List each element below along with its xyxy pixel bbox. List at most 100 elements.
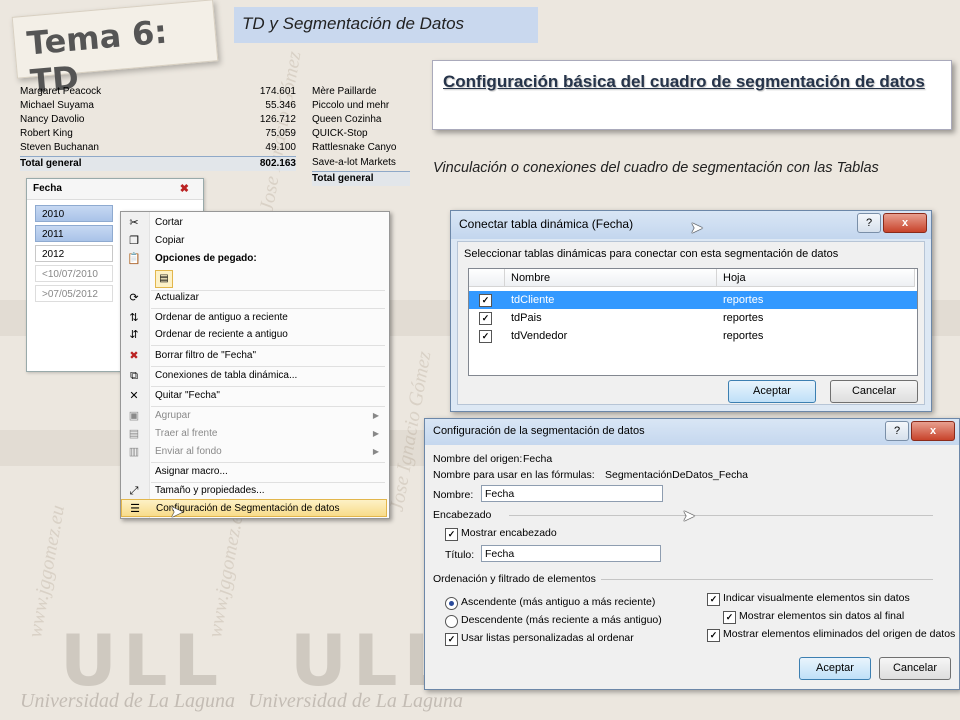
row-checkbox[interactable]: ✓ <box>479 330 492 343</box>
cell-name: Robert King <box>20 128 73 139</box>
table-row[interactable]: ✓ tdPais reportes <box>469 309 917 327</box>
dialog-prompt: Seleccionar tablas dinámicas para conect… <box>464 248 839 260</box>
menu-item-send-back[interactable]: ▥ Enviar al fondo ▶ <box>121 443 387 461</box>
menu-item-group[interactable]: ▣ Agrupar ▶ <box>121 407 387 425</box>
slicer-item[interactable]: <10/07/2010 <box>35 265 113 282</box>
heading-box: Configuración básica del cuadro de segme… <box>432 60 952 130</box>
source-value: Fecha <box>523 453 553 465</box>
row-sheet: reportes <box>723 294 764 306</box>
menu-label: Ordenar de antiguo a reciente <box>155 312 288 323</box>
close-button[interactable]: x <box>883 213 927 233</box>
menu-item-remove[interactable]: ✕ Quitar "Fecha" <box>121 387 387 405</box>
group-icon: ▣ <box>128 410 140 422</box>
table-cell[interactable]: Queen Cozinha <box>312 113 410 127</box>
table-row[interactable]: Nancy Davolio 126.712 <box>20 113 296 127</box>
visually-indicate-label: Indicar visualmente elementos sin datos <box>723 592 910 604</box>
cell-value: 802.163 <box>259 158 296 169</box>
slicer-item[interactable]: 2012 <box>35 245 113 262</box>
ok-button[interactable]: Aceptar <box>799 657 871 680</box>
table-row[interactable]: Michael Suyama 55.346 <box>20 99 296 113</box>
table-cell[interactable]: Piccolo und mehr <box>312 99 410 113</box>
description-text: Vinculación o conexiones del cuadro de s… <box>433 160 879 176</box>
group-divider <box>601 579 933 580</box>
row-name: tdVendedor <box>511 330 568 342</box>
dialog-body: Seleccionar tablas dinámicas para conect… <box>457 241 925 405</box>
menu-label: Enviar al fondo <box>155 446 222 457</box>
menu-item-assign-macro[interactable]: Asignar macro... <box>121 463 387 481</box>
caption-input[interactable]: Fecha <box>481 545 661 562</box>
menu-label: Copiar <box>155 235 185 246</box>
menu-item-clear-filter[interactable]: ✖ Borrar filtro de "Fecha" <box>121 347 387 365</box>
menu-item-paste-options: 📋 Opciones de pegado: <box>121 250 387 268</box>
help-button[interactable]: ? <box>857 213 881 233</box>
cell-name: Michael Suyama <box>20 100 94 111</box>
total-row[interactable]: Total general 802.163 <box>20 156 296 171</box>
cancel-button[interactable]: Cancelar <box>830 380 918 403</box>
help-button[interactable]: ? <box>885 421 909 441</box>
slicer-header: Fecha ✖ <box>27 179 203 200</box>
menu-item-sort-desc[interactable]: ⇵ Ordenar de reciente a antiguo <box>121 326 387 344</box>
table-row[interactable]: ✓ tdVendedor reportes <box>469 327 917 345</box>
formula-label: Nombre para usar en las fórmulas: <box>433 469 595 481</box>
refresh-icon: ⟳ <box>129 292 139 304</box>
table-cell[interactable]: Total general <box>312 171 410 186</box>
pivot-table-list[interactable]: Nombre Hoja ✓ tdCliente reportes ✓ tdPai… <box>468 268 918 376</box>
cancel-button[interactable]: Cancelar <box>879 657 951 680</box>
name-label: Nombre: <box>433 489 474 501</box>
paste-icon: 📋 <box>127 253 141 265</box>
menu-separator <box>151 345 385 346</box>
menu-item-sort-asc[interactable]: ⇅ Ordenar de antiguo a reciente <box>121 309 387 327</box>
close-button[interactable]: x <box>911 421 955 441</box>
slicer-item[interactable]: >07/05/2012 <box>35 285 113 302</box>
menu-item-slicer-settings[interactable]: ☰ Configuración de Segmentación de datos <box>121 499 387 517</box>
column-header-sheet[interactable]: Hoja <box>717 269 915 287</box>
row-checkbox[interactable]: ✓ <box>479 294 492 307</box>
name-input[interactable]: Fecha <box>481 485 663 502</box>
menu-label: Tamaño y propiedades... <box>155 485 265 496</box>
table-row[interactable]: Robert King 75.059 <box>20 127 296 141</box>
slicer-item[interactable]: 2011 <box>35 225 113 242</box>
slicer-item[interactable]: 2010 <box>35 205 113 222</box>
show-header-label: Mostrar encabezado <box>461 527 557 539</box>
clear-filter-icon[interactable]: ✖ <box>180 179 189 199</box>
mouse-cursor-icon: ➤ <box>682 508 696 525</box>
menu-item-cut[interactable]: ✂ Cortar <box>121 214 387 232</box>
table-row[interactable]: Margaret Peacock 174.601 <box>20 85 296 99</box>
row-checkbox[interactable]: ✓ <box>479 312 492 325</box>
table-cell[interactable]: Save-a-lot Markets <box>312 156 410 170</box>
menu-item-connections[interactable]: ⧉ Conexiones de tabla dinámica... <box>121 367 387 385</box>
cell-value: 49.100 <box>265 142 296 153</box>
show-deleted-checkbox[interactable]: ✓ <box>707 629 720 642</box>
cell-name: Total general <box>20 158 82 169</box>
table-cell[interactable]: Mère Paillarde <box>312 85 410 99</box>
ok-button[interactable]: Aceptar <box>728 380 816 403</box>
visually-indicate-checkbox[interactable]: ✓ <box>707 593 720 606</box>
header-group-label: Encabezado <box>433 509 492 521</box>
column-header-name[interactable]: Nombre <box>505 269 717 287</box>
menu-item-copy[interactable]: ❐ Copiar <box>121 232 387 250</box>
show-last-checkbox[interactable]: ✓ <box>723 611 736 624</box>
descending-radio[interactable] <box>445 615 458 628</box>
ascending-label: Ascendente (más antiguo a más reciente) <box>461 596 656 608</box>
table-cell[interactable]: QUICK-Stop <box>312 127 410 141</box>
source-label: Nombre del origen: <box>433 453 523 465</box>
table-row[interactable]: Steven Buchanan 49.100 <box>20 141 296 155</box>
sort-descending-icon: ⇵ <box>129 329 139 341</box>
show-header-checkbox[interactable]: ✓ <box>445 528 458 541</box>
table-cell[interactable]: Rattlesnake Canyo <box>312 141 410 155</box>
paste-icon[interactable]: ▤ <box>155 270 173 288</box>
show-deleted-label: Mostrar elementos eliminados del origen … <box>723 628 956 640</box>
table-row[interactable]: ✓ tdCliente reportes <box>469 291 917 309</box>
menu-item-size-properties[interactable]: ⤢ Tamaño y propiedades... <box>121 482 387 500</box>
custom-lists-checkbox[interactable]: ✓ <box>445 633 458 646</box>
menu-label: Opciones de pegado: <box>155 253 257 264</box>
menu-item-refresh[interactable]: ⟳ Actualizar <box>121 289 387 307</box>
context-menu: ✂ Cortar ❐ Copiar 📋 Opciones de pegado: ▤ ⟳… <box>120 211 390 519</box>
cell-value: 126.712 <box>259 114 296 125</box>
paste-option-row: ▤ <box>121 268 387 288</box>
menu-item-bring-front[interactable]: ▤ Traer al frente ▶ <box>121 425 387 443</box>
menu-label: Agrupar <box>155 410 191 421</box>
cell-name: Steven Buchanan <box>20 142 99 153</box>
cell-value: 55.346 <box>265 100 296 111</box>
ascending-radio[interactable] <box>445 597 458 610</box>
